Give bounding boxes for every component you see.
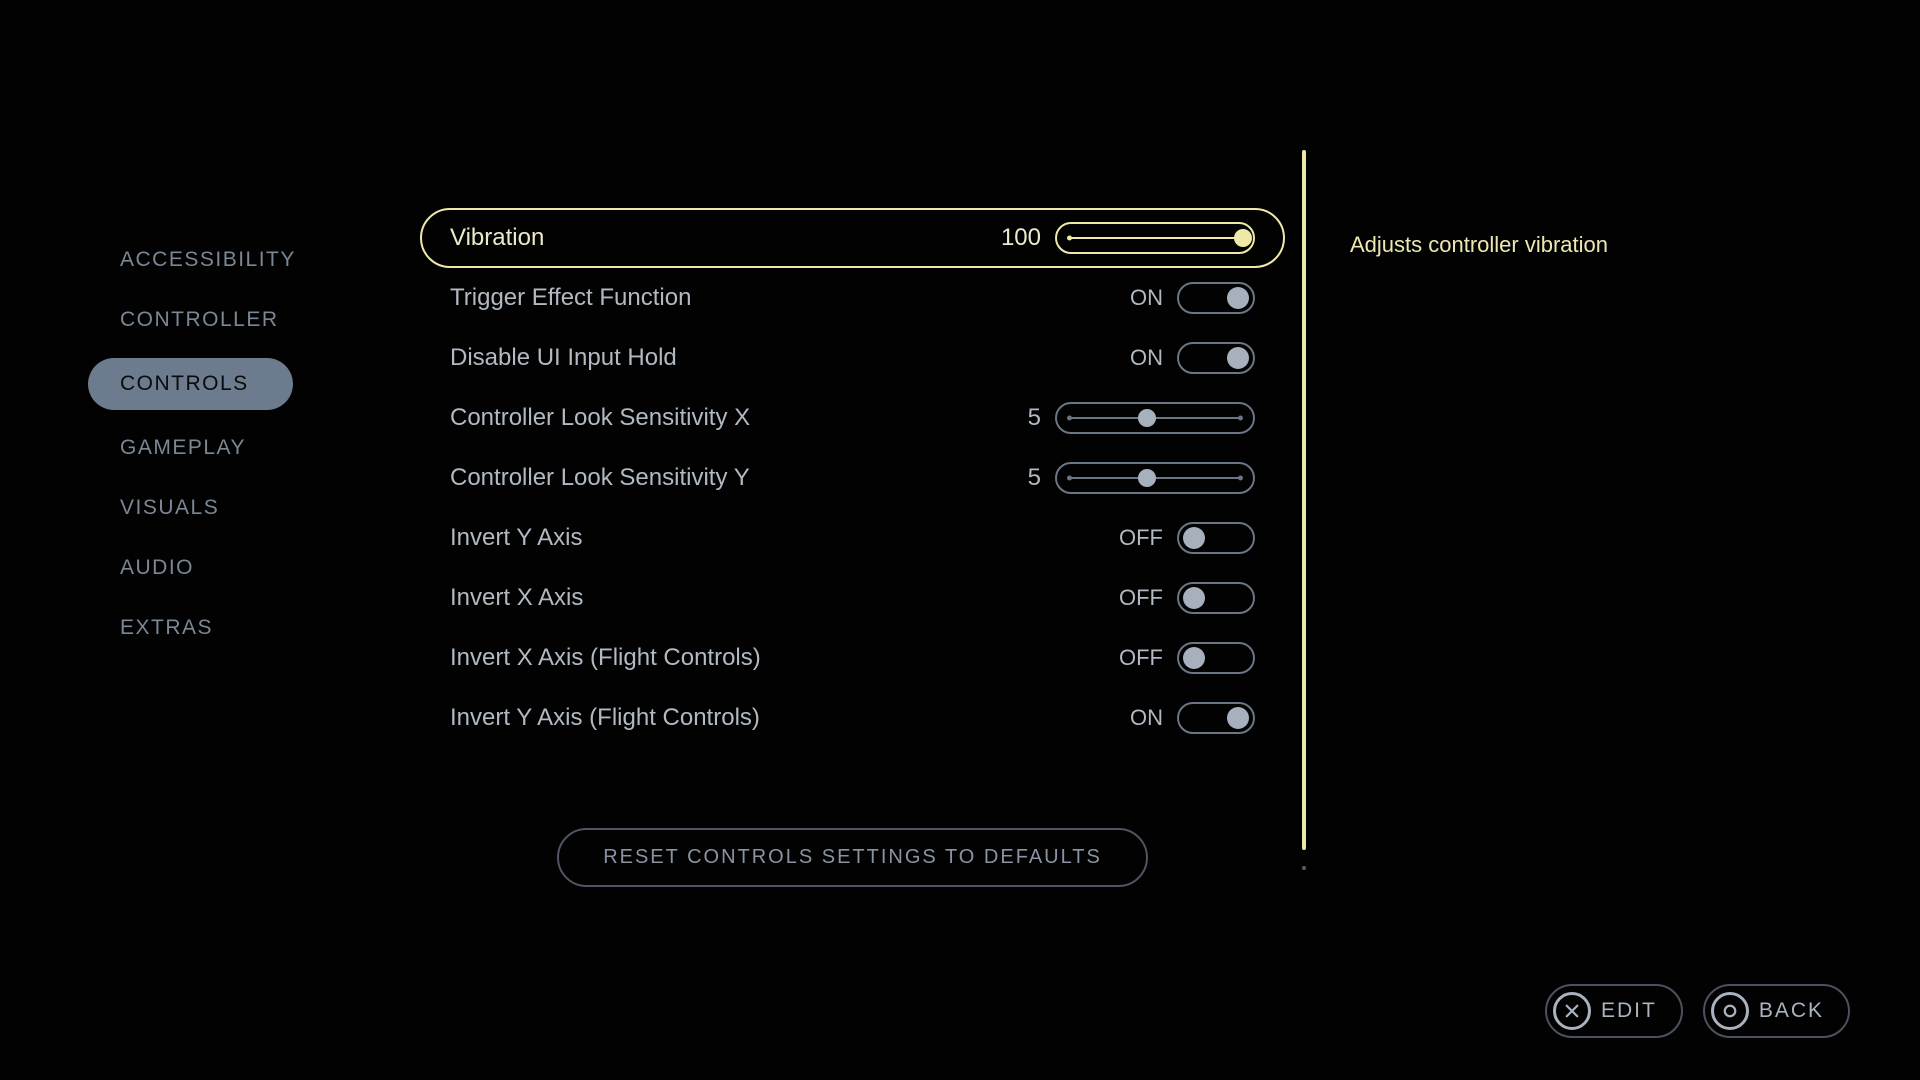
setting-label: Controller Look Sensitivity Y [450, 464, 750, 492]
reset-defaults-button[interactable]: RESET CONTROLS SETTINGS TO DEFAULTS [557, 828, 1148, 887]
toggle-thumb [1183, 587, 1205, 609]
edit-button[interactable]: EDIT [1545, 984, 1683, 1038]
sidebar-item-controller[interactable]: CONTROLLER [88, 290, 368, 350]
setting-label: Invert Y Axis (Flight Controls) [450, 704, 760, 732]
setting-description: Adjusts controller vibration [1350, 232, 1770, 258]
slider-thumb[interactable] [1138, 409, 1156, 427]
toggle-thumb [1227, 287, 1249, 309]
invert-y-toggle[interactable] [1177, 522, 1255, 554]
setting-invert-x-flight[interactable]: Invert X Axis (Flight Controls) OFF [420, 628, 1285, 688]
setting-control: 5 [991, 462, 1255, 494]
setting-label: Disable UI Input Hold [450, 344, 677, 372]
back-label: BACK [1759, 999, 1824, 1023]
setting-label: Trigger Effect Function [450, 284, 691, 312]
slider-min-dot [1067, 236, 1072, 241]
sidebar-item-audio[interactable]: AUDIO [88, 538, 368, 598]
toggle-thumb [1227, 347, 1249, 369]
settings-category-sidebar: ACCESSIBILITY CONTROLLER CONTROLS GAMEPL… [88, 230, 368, 658]
settings-list: Vibration 100 Trigger Effect Function ON… [420, 208, 1285, 887]
setting-label: Vibration [450, 224, 544, 252]
invert-x-flight-toggle[interactable] [1177, 642, 1255, 674]
setting-control: ON [1130, 342, 1255, 374]
footer-hints: EDIT BACK [1545, 984, 1850, 1038]
scroll-indicator[interactable] [1302, 150, 1306, 850]
sidebar-item-extras[interactable]: EXTRAS [88, 598, 368, 658]
sidebar-item-visuals[interactable]: VISUALS [88, 478, 368, 538]
toggle-state-label: OFF [1119, 585, 1163, 611]
circle-button-icon [1711, 992, 1749, 1030]
look-sensitivity-y-slider[interactable] [1055, 462, 1255, 494]
sidebar-item-label: GAMEPLAY [120, 436, 246, 459]
setting-label: Invert X Axis (Flight Controls) [450, 644, 761, 672]
sidebar-item-label: CONTROLS [120, 372, 249, 395]
toggle-state-label: OFF [1119, 525, 1163, 551]
setting-invert-x-axis[interactable]: Invert X Axis OFF [420, 568, 1285, 628]
setting-disable-ui-input-hold[interactable]: Disable UI Input Hold ON [420, 328, 1285, 388]
slider-track [1071, 237, 1239, 239]
invert-x-toggle[interactable] [1177, 582, 1255, 614]
slider-value: 100 [991, 224, 1041, 252]
slider-max-dot [1238, 416, 1243, 421]
toggle-thumb [1183, 527, 1205, 549]
slider-value: 5 [991, 404, 1041, 432]
setting-label: Controller Look Sensitivity X [450, 404, 750, 432]
sidebar-item-gameplay[interactable]: GAMEPLAY [88, 418, 368, 478]
setting-look-sensitivity-y[interactable]: Controller Look Sensitivity Y 5 [420, 448, 1285, 508]
toggle-thumb [1183, 647, 1205, 669]
setting-control: ON [1130, 702, 1255, 734]
toggle-state-label: ON [1130, 705, 1163, 731]
cross-button-icon [1553, 992, 1591, 1030]
vibration-slider[interactable] [1055, 222, 1255, 254]
slider-min-dot [1067, 416, 1072, 421]
edit-label: EDIT [1601, 999, 1657, 1023]
sidebar-item-accessibility[interactable]: ACCESSIBILITY [88, 230, 368, 290]
toggle-state-label: ON [1130, 345, 1163, 371]
sidebar-item-label: ACCESSIBILITY [120, 248, 296, 271]
setting-invert-y-flight[interactable]: Invert Y Axis (Flight Controls) ON [420, 688, 1285, 748]
sidebar-item-label: CONTROLLER [120, 308, 279, 331]
slider-max-dot [1238, 476, 1243, 481]
sidebar-item-label: EXTRAS [120, 616, 213, 639]
setting-control: 100 [991, 222, 1255, 254]
slider-thumb[interactable] [1234, 229, 1252, 247]
toggle-thumb [1227, 707, 1249, 729]
slider-thumb[interactable] [1138, 469, 1156, 487]
setting-vibration[interactable]: Vibration 100 [420, 208, 1285, 268]
setting-control: 5 [991, 402, 1255, 434]
setting-control: OFF [1119, 522, 1255, 554]
setting-label: Invert Y Axis [450, 524, 583, 552]
sidebar-item-label: AUDIO [120, 556, 194, 579]
setting-trigger-effect[interactable]: Trigger Effect Function ON [420, 268, 1285, 328]
slider-value: 5 [991, 464, 1041, 492]
setting-control: OFF [1119, 642, 1255, 674]
slider-min-dot [1067, 476, 1072, 481]
look-sensitivity-x-slider[interactable] [1055, 402, 1255, 434]
sidebar-item-controls[interactable]: CONTROLS [88, 358, 293, 410]
invert-y-flight-toggle[interactable] [1177, 702, 1255, 734]
back-button[interactable]: BACK [1703, 984, 1850, 1038]
setting-invert-y-axis[interactable]: Invert Y Axis OFF [420, 508, 1285, 568]
setting-control: OFF [1119, 582, 1255, 614]
setting-look-sensitivity-x[interactable]: Controller Look Sensitivity X 5 [420, 388, 1285, 448]
trigger-effect-toggle[interactable] [1177, 282, 1255, 314]
toggle-state-label: ON [1130, 285, 1163, 311]
reset-defaults-label: RESET CONTROLS SETTINGS TO DEFAULTS [603, 846, 1102, 868]
setting-control: ON [1130, 282, 1255, 314]
toggle-state-label: OFF [1119, 645, 1163, 671]
disable-ui-hold-toggle[interactable] [1177, 342, 1255, 374]
setting-label: Invert X Axis [450, 584, 583, 612]
sidebar-item-label: VISUALS [120, 496, 219, 519]
